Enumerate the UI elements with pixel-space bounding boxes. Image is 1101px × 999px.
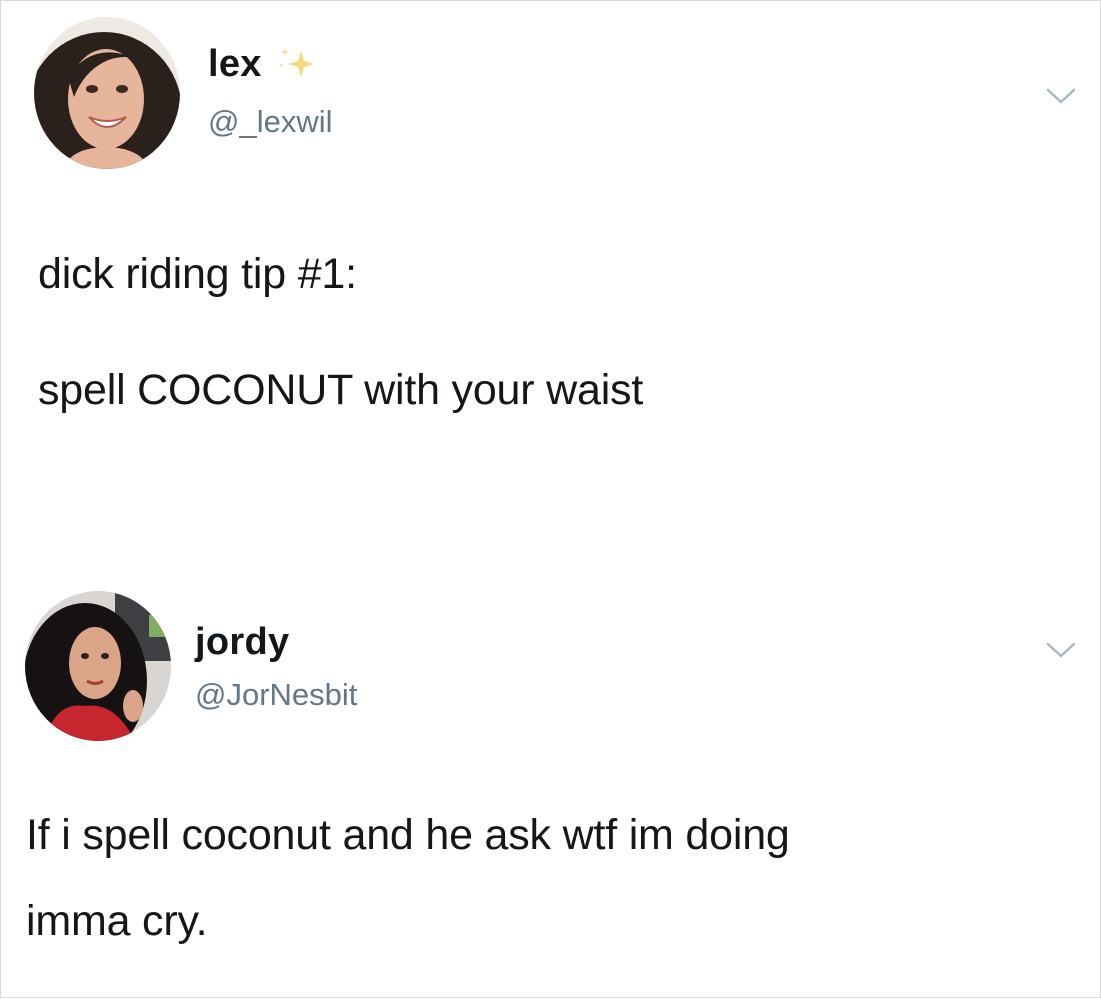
profile-photo-icon xyxy=(25,591,171,741)
tweet-text-line: imma cry. xyxy=(26,897,208,945)
user-handle[interactable]: @_lexwil xyxy=(208,104,333,140)
profile-photo-icon xyxy=(34,17,180,169)
screenshot-frame: lex @_lexwil dick riding tip #1: spell C… xyxy=(0,0,1101,998)
tweet-card[interactable]: jordy @JorNesbit If i spell coconut and … xyxy=(1,581,1101,999)
chevron-down-icon[interactable] xyxy=(1046,641,1076,659)
avatar[interactable] xyxy=(25,591,171,741)
tweet-text-line: dick riding tip #1: xyxy=(38,250,357,298)
tweet-card[interactable]: lex @_lexwil dick riding tip #1: spell C… xyxy=(1,1,1101,521)
chevron-down-icon[interactable] xyxy=(1046,87,1076,105)
sparkle-icon xyxy=(279,47,314,77)
display-name[interactable]: lex xyxy=(208,43,262,86)
tweet-text-line: If i spell coconut and he ask wtf im doi… xyxy=(26,811,790,859)
avatar[interactable] xyxy=(34,17,180,169)
tweet-text-line: spell COCONUT with your waist xyxy=(38,366,644,414)
display-name[interactable]: jordy xyxy=(195,621,289,664)
user-handle[interactable]: @JorNesbit xyxy=(195,677,357,713)
